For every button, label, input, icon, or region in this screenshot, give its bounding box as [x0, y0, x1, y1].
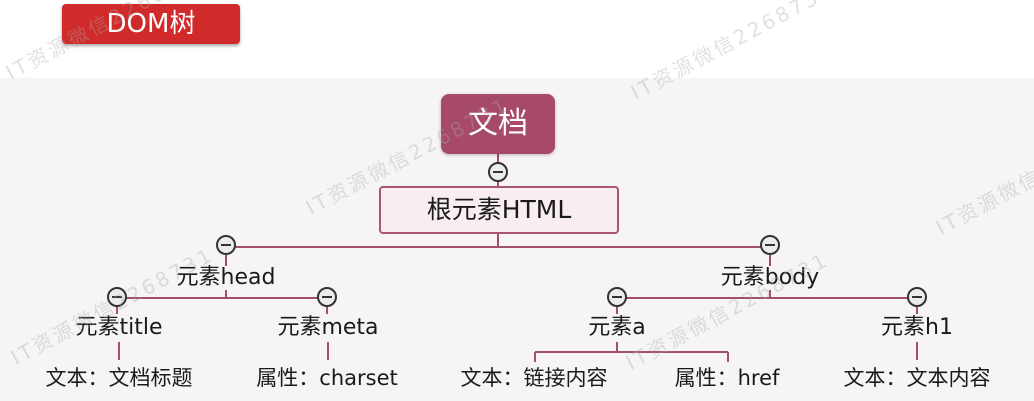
leaf-h1-text: 文本：文本内容	[843, 366, 991, 390]
leaf-meta-attr: 属性：charset	[256, 366, 398, 390]
node-h1: 元素h1	[881, 315, 953, 340]
collapse-toggle-icon[interactable]	[607, 287, 627, 307]
collapse-toggle-icon[interactable]	[216, 235, 236, 255]
collapse-toggle-icon[interactable]	[488, 162, 508, 182]
leaf-title-text: 文本：文档标题	[45, 366, 193, 390]
collapse-toggle-icon[interactable]	[317, 287, 337, 307]
leaf-a-text: 文本：链接内容	[460, 366, 608, 390]
node-a: 元素a	[588, 315, 646, 340]
collapse-toggle-icon[interactable]	[907, 287, 927, 307]
node-meta: 元素meta	[277, 315, 379, 340]
collapse-toggle-icon[interactable]	[760, 235, 780, 255]
node-html-root: 根元素HTML	[379, 186, 619, 234]
leaf-a-attr: 属性：href	[674, 366, 780, 390]
